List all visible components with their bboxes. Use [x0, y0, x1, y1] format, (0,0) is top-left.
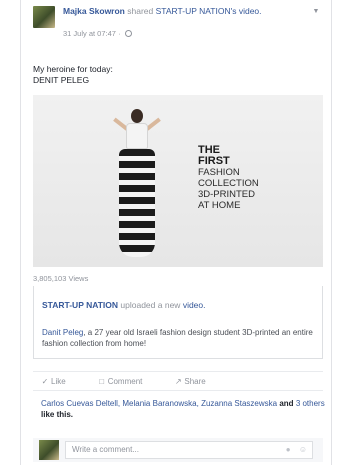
likers-names[interactable]: Carlos Cuevas Deltell, Melania Baranowsk… [41, 399, 277, 408]
figure-top [126, 123, 148, 149]
comment-button[interactable]: □ Comment [98, 376, 143, 386]
commenter-avatar[interactable] [39, 440, 59, 460]
page-link[interactable]: START-UP NATION [156, 6, 231, 16]
post-status-text: My heroine for today: DENIT PELEG [33, 64, 321, 86]
video-thumbnail[interactable]: THE FIRST FASHION COLLECTION 3D-PRINTED … [33, 95, 323, 267]
status-line-1: My heroine for today: [33, 64, 113, 74]
video-attachment: START-UP NATION uploaded a new video. Da… [33, 286, 323, 359]
overlay-line3: FASHION [198, 167, 240, 178]
post-headline: Majka Skowron shared START-UP NATION's v… [63, 6, 307, 17]
like-label: Like [51, 376, 66, 386]
likes-others-link[interactable]: 3 others [296, 399, 325, 408]
possessive-text: 's [230, 6, 237, 16]
view-count: 3,805,103 Views [33, 274, 89, 283]
shared-text: shared [127, 6, 154, 16]
likes-and: and [279, 399, 294, 408]
figure-head [131, 109, 143, 123]
attachment-uploaded-text: uploaded a new [120, 300, 181, 310]
comment-tools: ● ☺ [280, 445, 307, 454]
thumbs-up-icon: ✓ [41, 376, 49, 386]
attachment-description: Danit Peleg, a 27 year old Israeli fashi… [42, 327, 314, 349]
post-actions-bar: ✓ Like □ Comment ↗ Share [33, 371, 323, 391]
comment-composer: Write a comment... ● ☺ [33, 438, 323, 462]
likes-like-this: like this. [41, 410, 74, 419]
status-line-2: DENIT PELEG [33, 75, 90, 85]
attachment-page-link[interactable]: START-UP NATION [42, 300, 118, 310]
share-label: Share [184, 376, 206, 386]
attachment-description-text: , a 27 year old Israeli fashion design s… [42, 328, 313, 348]
camera-icon[interactable]: ● [286, 445, 291, 454]
figure-arm-right [145, 117, 161, 131]
attachment-video-link[interactable]: video. [183, 300, 206, 310]
figure-striped-skirt [119, 149, 155, 257]
overlay-line4: COLLECTION [198, 178, 259, 189]
post-meta: 31 July at 07:47 · [63, 29, 132, 38]
post-timestamp[interactable]: 31 July at 07:47 [63, 29, 116, 38]
overlay-first: FIRST [198, 155, 230, 167]
comment-icon: □ [99, 376, 105, 386]
feed-post-card: Majka Skowron shared START-UP NATION's v… [20, 0, 335, 465]
comment-label: Comment [107, 376, 143, 386]
emoji-icon[interactable]: ☺ [299, 445, 307, 454]
author-avatar[interactable] [33, 6, 55, 28]
video-link[interactable]: video. [239, 6, 262, 16]
share-button[interactable]: ↗ Share [174, 376, 206, 386]
share-icon: ↗ [175, 376, 182, 386]
likes-summary: Carlos Cuevas Deltell, Melania Baranowsk… [33, 393, 335, 427]
overlay-line5: 3D-PRINTED [198, 189, 256, 200]
attachment-headline: START-UP NATION uploaded a new video. [42, 300, 206, 310]
meta-separator: · [118, 29, 121, 38]
comment-input[interactable]: Write a comment... [65, 441, 313, 459]
like-button[interactable]: ✓ Like [41, 377, 66, 386]
attachment-person-link[interactable]: Danit Peleg [42, 328, 83, 337]
author-link[interactable]: Majka Skowron [63, 6, 125, 16]
chevron-down-icon[interactable]: ▼ [311, 8, 321, 16]
globe-icon[interactable] [124, 30, 132, 37]
overlay-line6: AT HOME [198, 200, 241, 211]
video-overlay-text: THE FIRST FASHION COLLECTION 3D-PRINTED … [198, 145, 259, 212]
model-figure-image [105, 109, 165, 259]
post-header: Majka Skowron shared START-UP NATION's v… [33, 6, 321, 56]
